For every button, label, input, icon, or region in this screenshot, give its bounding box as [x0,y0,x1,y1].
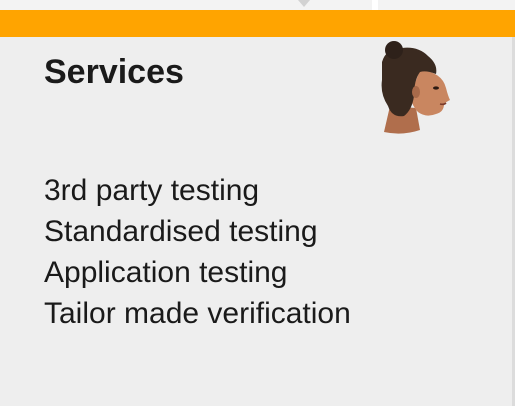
services-list: 3rd party testing Standardised testing A… [44,170,351,334]
list-item: 3rd party testing [44,174,260,207]
services-widget: Services 3rd party testing Standardised … [0,0,515,406]
woman-head-avatar-icon [381,41,450,134]
list-item: Standardised testing [44,215,318,248]
column-divider [372,0,378,10]
accent-header-bar [0,10,515,37]
panel-title: Services [44,53,184,91]
dropdown-notch-icon [298,0,310,7]
list-item: Tailor made verification [44,297,351,330]
list-item: Application testing [44,256,288,289]
top-strip [0,0,515,10]
